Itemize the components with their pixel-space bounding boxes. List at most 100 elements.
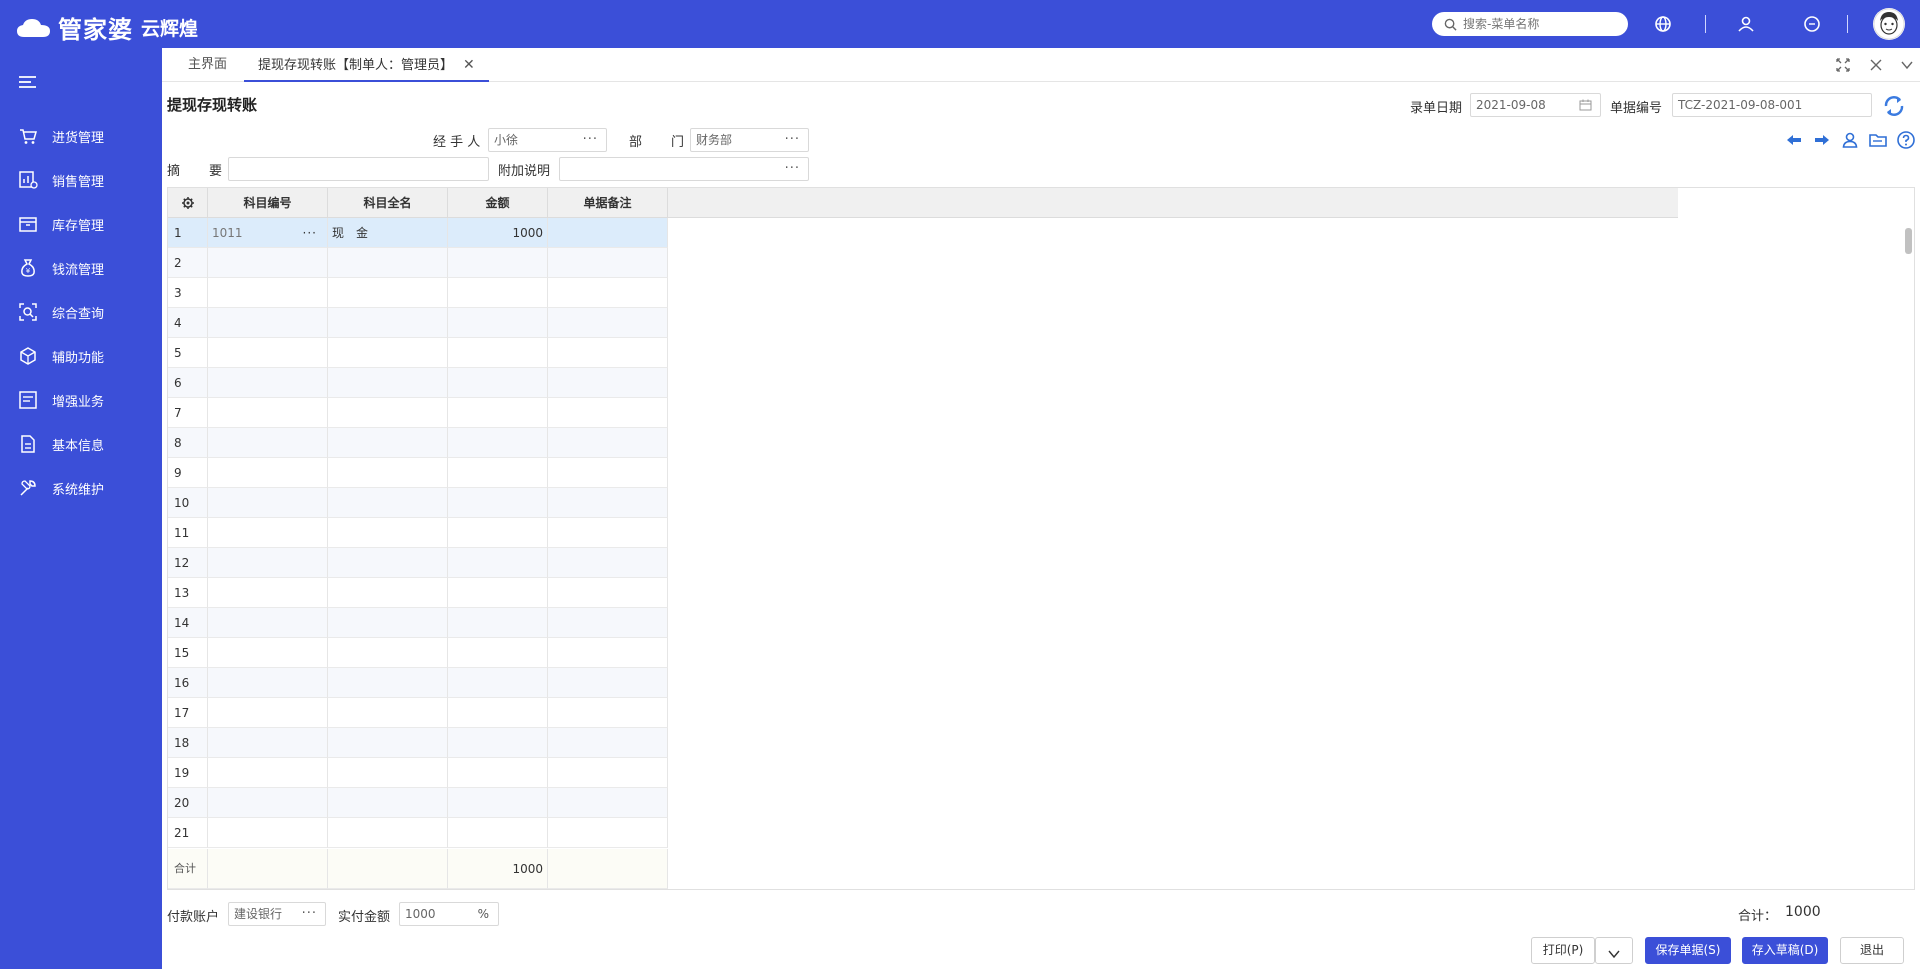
table-cell-name[interactable] xyxy=(328,668,448,698)
table-cell-name[interactable] xyxy=(328,548,448,578)
table-cell-code[interactable] xyxy=(208,548,328,578)
table-cell-note[interactable] xyxy=(548,398,668,428)
table-cell-code[interactable] xyxy=(208,818,328,848)
tab-close-icon[interactable]: ✕ xyxy=(463,48,475,82)
app-logo[interactable]: 管家婆 云辉煌 xyxy=(16,10,198,45)
handler-field[interactable]: 小徐 ··· xyxy=(488,128,607,152)
pay-account-field[interactable]: 建设银行 ··· xyxy=(228,902,326,926)
table-row[interactable]: 13 xyxy=(168,578,668,608)
table-cell-code[interactable] xyxy=(208,488,328,518)
table-cell-code[interactable] xyxy=(208,248,328,278)
table-row[interactable]: 1 1011 ··· 现 金 1000 xyxy=(168,218,668,248)
table-cell-code[interactable] xyxy=(208,638,328,668)
table-cell-note[interactable] xyxy=(548,758,668,788)
table-cell-name[interactable] xyxy=(328,278,448,308)
table-cell-name[interactable]: 现 金 xyxy=(328,218,448,248)
summary-field[interactable] xyxy=(228,157,489,181)
table-cell-amount[interactable]: 1000 xyxy=(448,218,548,248)
extra-note-field[interactable]: ··· xyxy=(559,157,809,181)
table-cell-code[interactable] xyxy=(208,338,328,368)
table-cell-code[interactable] xyxy=(208,668,328,698)
table-row[interactable]: 3 xyxy=(168,278,668,308)
arrow-right-icon[interactable] xyxy=(1812,130,1832,150)
more-icon[interactable]: ··· xyxy=(303,218,317,248)
table-row[interactable]: 20 xyxy=(168,788,668,818)
vertical-scrollbar[interactable] xyxy=(1903,220,1913,888)
sidebar-item-enhanced[interactable]: 增强业务 xyxy=(0,382,162,418)
exit-button[interactable]: 退出 xyxy=(1840,937,1904,964)
arrow-left-icon[interactable] xyxy=(1784,130,1804,150)
column-header[interactable]: 单据备注 xyxy=(548,188,668,218)
column-header[interactable]: 科目全名 xyxy=(328,188,448,218)
table-cell-note[interactable] xyxy=(548,248,668,278)
table-row[interactable]: 11 xyxy=(168,518,668,548)
table-cell-name[interactable] xyxy=(328,608,448,638)
help-icon[interactable] xyxy=(1896,130,1916,150)
table-cell-amount[interactable] xyxy=(448,818,548,848)
table-cell-note[interactable] xyxy=(548,518,668,548)
table-cell-amount[interactable] xyxy=(448,788,548,818)
table-cell-amount[interactable] xyxy=(448,548,548,578)
table-cell-code[interactable]: 1011 ··· xyxy=(208,218,328,248)
table-cell-code[interactable] xyxy=(208,458,328,488)
table-row[interactable]: 16 xyxy=(168,668,668,698)
table-cell-amount[interactable] xyxy=(448,428,548,458)
table-cell-name[interactable] xyxy=(328,398,448,428)
refresh-icon[interactable] xyxy=(1882,94,1906,118)
menu-toggle-icon[interactable] xyxy=(18,74,38,90)
dept-field[interactable]: 财务部 ··· xyxy=(690,128,809,152)
table-cell-note[interactable] xyxy=(548,368,668,398)
table-cell-name[interactable] xyxy=(328,368,448,398)
table-cell-name[interactable] xyxy=(328,458,448,488)
table-cell-note[interactable] xyxy=(548,218,668,248)
table-cell-name[interactable] xyxy=(328,788,448,818)
table-cell-note[interactable] xyxy=(548,548,668,578)
table-cell-name[interactable] xyxy=(328,428,448,458)
table-cell-note[interactable] xyxy=(548,278,668,308)
table-row[interactable]: 21 xyxy=(168,818,668,848)
table-cell-amount[interactable] xyxy=(448,248,548,278)
table-cell-code[interactable] xyxy=(208,278,328,308)
column-header[interactable]: 金额 xyxy=(448,188,548,218)
table-row[interactable]: 15 xyxy=(168,638,668,668)
sidebar-item-sales[interactable]: 销售管理 xyxy=(0,162,162,198)
table-cell-note[interactable] xyxy=(548,578,668,608)
table-cell-amount[interactable] xyxy=(448,638,548,668)
table-cell-amount[interactable] xyxy=(448,368,548,398)
table-row[interactable]: 19 xyxy=(168,758,668,788)
table-cell-name[interactable] xyxy=(328,728,448,758)
calendar-icon[interactable] xyxy=(1579,99,1592,111)
tab-cash-transfer[interactable]: 提现存现转账【制单人：管理员】 ✕ xyxy=(244,48,489,82)
user-icon[interactable] xyxy=(1736,14,1756,34)
table-cell-amount[interactable] xyxy=(448,278,548,308)
table-row[interactable]: 14 xyxy=(168,608,668,638)
table-cell-amount[interactable] xyxy=(448,398,548,428)
table-cell-amount[interactable] xyxy=(448,578,548,608)
table-cell-code[interactable] xyxy=(208,368,328,398)
table-cell-note[interactable] xyxy=(548,428,668,458)
table-cell-name[interactable] xyxy=(328,578,448,608)
globe-icon[interactable] xyxy=(1653,14,1673,34)
calculator-icon[interactable]: % xyxy=(478,903,490,925)
table-cell-name[interactable] xyxy=(328,818,448,848)
table-cell-code[interactable] xyxy=(208,398,328,428)
close-all-icon[interactable] xyxy=(1867,56,1885,74)
search-input[interactable] xyxy=(1463,17,1623,31)
grid-settings-icon[interactable] xyxy=(168,188,208,218)
table-row[interactable]: 17 xyxy=(168,698,668,728)
print-button[interactable]: 打印(P) xyxy=(1531,937,1595,964)
more-icon[interactable]: ··· xyxy=(785,158,800,180)
chevron-down-icon[interactable] xyxy=(1898,56,1916,74)
table-row[interactable]: 4 xyxy=(168,308,668,338)
table-row[interactable]: 6 xyxy=(168,368,668,398)
table-cell-name[interactable] xyxy=(328,638,448,668)
more-icon[interactable]: ··· xyxy=(583,129,598,151)
table-cell-name[interactable] xyxy=(328,248,448,278)
table-cell-amount[interactable] xyxy=(448,608,548,638)
table-cell-note[interactable] xyxy=(548,458,668,488)
table-row[interactable]: 5 xyxy=(168,338,668,368)
save-draft-button[interactable]: 存入草稿(D) xyxy=(1742,937,1828,964)
table-row[interactable]: 12 xyxy=(168,548,668,578)
table-cell-note[interactable] xyxy=(548,308,668,338)
table-cell-code[interactable] xyxy=(208,728,328,758)
